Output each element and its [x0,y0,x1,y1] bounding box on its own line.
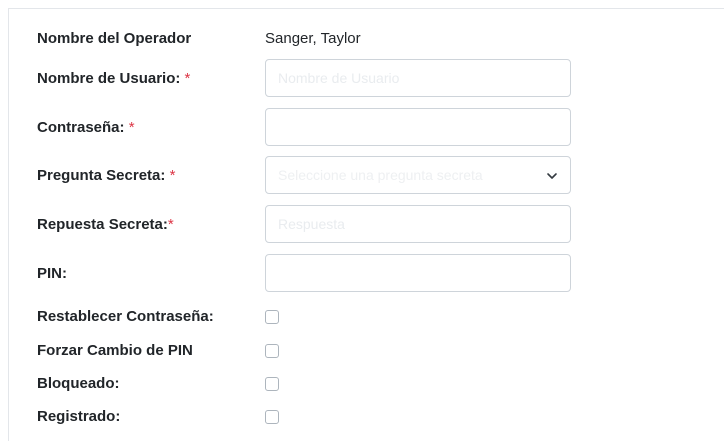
required-mark: * [184,70,191,87]
pin-label: PIN: [37,265,67,282]
secret-question-label-text: Pregunta Secreta: [37,167,166,184]
chevron-down-icon [547,173,557,179]
force-pin-change-checkbox[interactable] [265,344,279,358]
registered-label: Registrado: [37,408,121,425]
secret-question-label: Pregunta Secreta: * [37,167,175,184]
secret-question-select[interactable]: Seleccione una pregunta secreta [265,156,571,194]
username-label-text: Nombre de Usuario: [37,70,181,87]
required-mark: * [128,119,135,136]
password-label: Contraseña: * [37,119,135,136]
locked-checkbox[interactable] [265,377,279,391]
secret-answer-label-text: Repuesta Secreta: [37,216,168,233]
secret-answer-label: Repuesta Secreta:* [37,216,174,233]
force-pin-change-label: Forzar Cambio de PIN [37,342,193,359]
secret-answer-input[interactable] [265,205,571,243]
password-input[interactable] [265,108,571,146]
required-mark: * [169,167,176,184]
pin-input[interactable] [265,254,571,292]
reset-password-checkbox[interactable] [265,310,279,324]
locked-label: Bloqueado: [37,375,120,392]
username-input[interactable] [265,59,571,97]
registered-checkbox[interactable] [265,410,279,424]
operator-form-panel: Nombre del Operador Sanger, Taylor Nombr… [8,8,724,441]
secret-question-selected: Seleccione una pregunta secreta [278,167,483,183]
operator-label: Nombre del Operador [37,30,192,47]
required-mark: * [167,216,174,233]
operator-value: Sanger, Taylor [265,30,361,47]
password-label-text: Contraseña: [37,119,125,136]
username-label: Nombre de Usuario: * [37,70,190,87]
reset-password-label: Restablecer Contraseña: [37,308,214,325]
